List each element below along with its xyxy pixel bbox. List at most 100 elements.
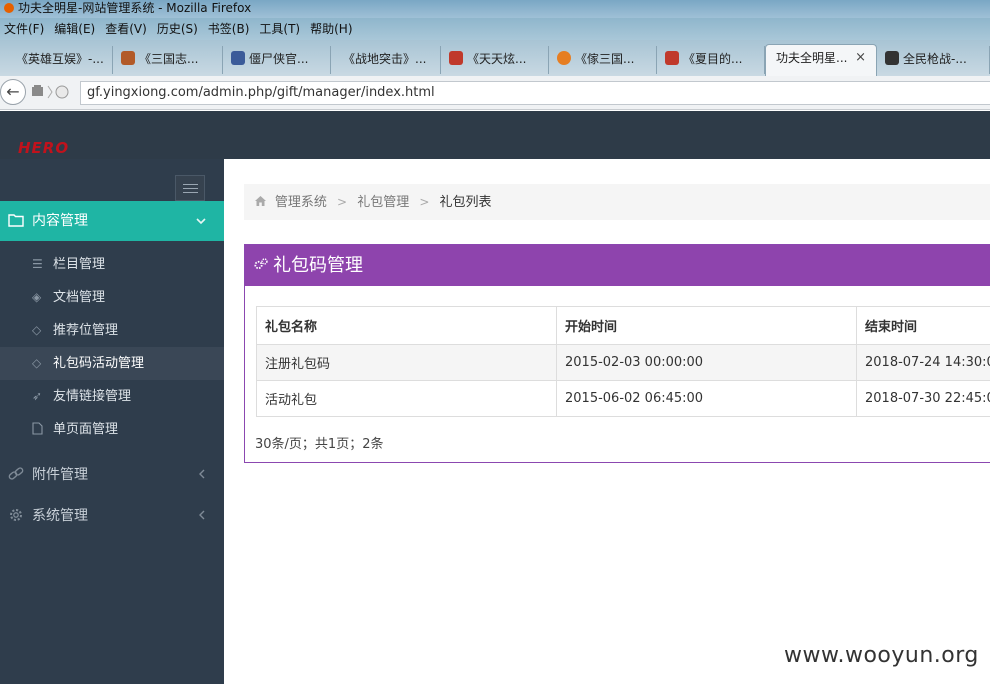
layers-icon: ◈	[32, 290, 42, 304]
sidebar-section-label: 系统管理	[32, 508, 88, 524]
column-header-name[interactable]: 礼包名称	[256, 306, 557, 345]
menu-tools[interactable]: 工具(T)	[255, 18, 306, 40]
logo[interactable]: HERO	[18, 139, 69, 157]
firefox-icon	[4, 3, 14, 13]
end-time-cell: 2018-07-30 22:45:00	[856, 380, 990, 417]
breadcrumb-section-link[interactable]: 礼包管理	[357, 195, 409, 210]
panel-header: 礼包码管理	[245, 245, 990, 286]
breadcrumb-separator-icon: >	[419, 195, 430, 209]
tab-favicon-icon	[665, 51, 679, 65]
tab-favicon-icon	[885, 51, 899, 65]
site-identity-icons[interactable]	[32, 85, 72, 102]
sidebar-item-documents[interactable]: ◈ 文档管理	[0, 281, 224, 314]
gift-table: 礼包名称 开始时间 结束时间 注册礼包码 2015-02-03 00:00:00…	[256, 306, 990, 417]
app-header: HERO	[0, 111, 990, 159]
menu-bookmarks[interactable]: 书签(B)	[204, 18, 256, 40]
sidebar: 内容管理 ☰ 栏目管理 ◈ 文档管理 ◇ 推荐位管理 ◇ 礼包码活动管理 ➶ 友…	[0, 159, 224, 684]
diamond-icon: ◇	[32, 323, 42, 337]
tab-label: 《夏目的...	[683, 52, 743, 66]
tab-label: 功夫全明星...	[776, 51, 848, 65]
sidebar-item-giftcode[interactable]: ◇ 礼包码活动管理	[0, 347, 224, 380]
sidebar-section-label: 附件管理	[32, 467, 88, 483]
home-icon	[254, 195, 271, 209]
sidebar-section-system[interactable]: 系统管理	[0, 496, 224, 536]
site-info-icon	[32, 85, 69, 99]
tab-favicon-icon	[557, 51, 571, 65]
sidebar-toggle-button[interactable]	[175, 175, 205, 201]
tab-label: 《天天炫...	[467, 52, 527, 66]
sidebar-section-label: 内容管理	[32, 213, 88, 229]
breadcrumb-separator-icon: >	[336, 195, 348, 209]
sidebar-item-label: 文档管理	[53, 290, 106, 305]
column-header-start[interactable]: 开始时间	[556, 306, 857, 345]
sidebar-item-links[interactable]: ➶ 友情链接管理	[0, 380, 224, 413]
menu-edit[interactable]: 编辑(E)	[50, 18, 101, 40]
gift-code-panel: 礼包码管理 礼包名称 开始时间 结束时间 注册礼包码 2015-02-03 00…	[244, 244, 990, 463]
sidebar-item-label: 单页面管理	[53, 422, 119, 437]
menu-bar: 文件(F) 编辑(E) 查看(V) 历史(S) 书签(B) 工具(T) 帮助(H)	[0, 18, 990, 40]
column-header-end[interactable]: 结束时间	[856, 306, 990, 345]
chevron-down-icon	[196, 201, 206, 241]
sidebar-section-attachments[interactable]: 附件管理	[0, 455, 224, 495]
tab-label: 《傢三国...	[575, 52, 635, 66]
tab-favicon-icon	[231, 51, 245, 65]
tab-label: 《战地突击》...	[343, 52, 427, 66]
tab-favicon-icon	[449, 51, 463, 65]
sidebar-section-content[interactable]: 内容管理	[0, 201, 224, 241]
tab-label: 全民枪战-...	[903, 52, 967, 66]
menu-history[interactable]: 历史(S)	[153, 18, 204, 40]
breadcrumb: 管理系统 > 礼包管理 > 礼包列表	[244, 184, 990, 220]
end-time-cell: 2018-07-24 14:30:00	[856, 344, 990, 381]
tab-jiangshi[interactable]: 僵尸侠官...	[223, 46, 331, 74]
cogs-icon	[254, 245, 268, 286]
tab-tiantian[interactable]: 《天天炫...	[441, 46, 549, 74]
tab-xiamu[interactable]: 《夏目的...	[657, 46, 765, 74]
link-icon	[8, 455, 26, 495]
tab-label: 《三国志...	[139, 52, 199, 66]
tab-gongfu-active[interactable]: 功夫全明星... ×	[765, 44, 877, 76]
rocket-icon: ➶	[32, 389, 43, 403]
tab-label: 《英雄互娱》-...	[16, 52, 104, 66]
tab-yingxiong[interactable]: 《英雄互娱》-...	[0, 46, 113, 74]
pagination-info: 30条/页；共1页；2条	[255, 437, 384, 452]
start-time-cell: 2015-06-02 06:45:00	[556, 380, 857, 417]
sidebar-item-columns[interactable]: ☰ 栏目管理	[0, 248, 224, 281]
tab-zhandi[interactable]: 《战地突击》...	[331, 46, 441, 74]
navigation-bar: ← gf.yingxiong.com/admin.php/gift/manage…	[0, 76, 990, 110]
chevron-left-icon	[198, 455, 206, 495]
gear-icon	[8, 496, 26, 536]
menu-view[interactable]: 查看(V)	[101, 18, 153, 40]
file-icon	[32, 413, 48, 446]
breadcrumb-home-link[interactable]: 管理系统	[275, 195, 327, 210]
menu-help[interactable]: 帮助(H)	[306, 18, 358, 40]
url-field[interactable]: gf.yingxiong.com/admin.php/gift/manager/…	[80, 81, 990, 105]
sidebar-item-recommend[interactable]: ◇ 推荐位管理	[0, 314, 224, 347]
gift-name-cell: 注册礼包码	[256, 344, 557, 381]
table-header-row: 礼包名称 开始时间 结束时间	[256, 306, 990, 345]
tab-sanguo[interactable]: 《傢三国...	[549, 46, 657, 74]
tab-favicon-icon	[121, 51, 135, 65]
watermark: www.wooyun.org	[784, 643, 979, 668]
list-icon: ☰	[32, 257, 43, 271]
back-button[interactable]: ←	[0, 79, 26, 105]
breadcrumb-current: 礼包列表	[439, 195, 492, 210]
tab-quanmin[interactable]: 全民枪战-...	[877, 46, 990, 74]
menu-file[interactable]: 文件(F)	[0, 18, 50, 40]
start-time-cell: 2015-02-03 00:00:00	[556, 344, 857, 381]
tab-sanguozhi[interactable]: 《三国志...	[113, 46, 223, 74]
window-title: 功夫全明星-网站管理系统 - Mozilla Firefox	[18, 1, 252, 15]
window-title-bar: 功夫全明星-网站管理系统 - Mozilla Firefox	[0, 0, 990, 18]
gift-name-cell: 活动礼包	[256, 380, 557, 417]
table-row[interactable]: 注册礼包码 2015-02-03 00:00:00 2018-07-24 14:…	[256, 344, 990, 381]
panel-title: 礼包码管理	[273, 255, 363, 276]
table-row[interactable]: 活动礼包 2015-06-02 06:45:00 2018-07-30 22:4…	[256, 380, 990, 417]
chevron-left-icon	[198, 496, 206, 536]
sidebar-item-pages[interactable]: 单页面管理	[0, 413, 224, 446]
sidebar-item-label: 礼包码活动管理	[53, 356, 145, 371]
sidebar-item-label: 栏目管理	[53, 257, 106, 272]
tab-label: 僵尸侠官...	[249, 52, 309, 66]
tab-bar: 《英雄互娱》-... 《三国志... 僵尸侠官... 《战地突击》... 《天天…	[0, 40, 990, 76]
folder-icon	[8, 201, 26, 241]
sidebar-item-label: 友情链接管理	[53, 389, 132, 404]
tab-close-icon[interactable]: ×	[855, 45, 866, 71]
